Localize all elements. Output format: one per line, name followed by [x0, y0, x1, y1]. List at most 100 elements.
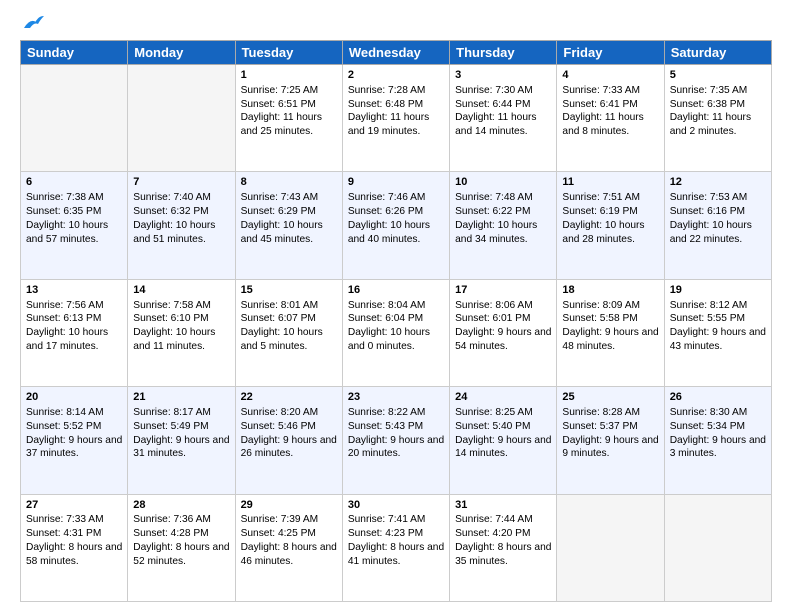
- calendar-cell: 11Sunrise: 7:51 AMSunset: 6:19 PMDayligh…: [557, 172, 664, 279]
- daylight-text: Daylight: 9 hours and 54 minutes.: [455, 326, 551, 354]
- calendar-cell: 25Sunrise: 8:28 AMSunset: 5:37 PMDayligh…: [557, 387, 664, 494]
- calendar-cell: 8Sunrise: 7:43 AMSunset: 6:29 PMDaylight…: [235, 172, 342, 279]
- sunrise-text: Sunrise: 7:30 AM: [455, 84, 551, 98]
- daylight-text: Daylight: 10 hours and 0 minutes.: [348, 326, 444, 354]
- sunset-text: Sunset: 4:28 PM: [133, 527, 229, 541]
- header: [20, 16, 772, 32]
- calendar-cell: 5Sunrise: 7:35 AMSunset: 6:38 PMDaylight…: [664, 65, 771, 172]
- sunrise-text: Sunrise: 7:36 AM: [133, 513, 229, 527]
- sunset-text: Sunset: 6:22 PM: [455, 205, 551, 219]
- day-number: 7: [133, 175, 229, 190]
- day-number: 8: [241, 175, 337, 190]
- sunrise-text: Sunrise: 8:25 AM: [455, 406, 551, 420]
- day-number: 12: [670, 175, 766, 190]
- sunrise-text: Sunrise: 7:41 AM: [348, 513, 444, 527]
- day-number: 22: [241, 390, 337, 405]
- sunset-text: Sunset: 4:25 PM: [241, 527, 337, 541]
- sunrise-text: Sunrise: 8:06 AM: [455, 299, 551, 313]
- sunset-text: Sunset: 5:49 PM: [133, 420, 229, 434]
- sunrise-text: Sunrise: 7:46 AM: [348, 191, 444, 205]
- sunrise-text: Sunrise: 8:12 AM: [670, 299, 766, 313]
- calendar-cell: 1Sunrise: 7:25 AMSunset: 6:51 PMDaylight…: [235, 65, 342, 172]
- sunrise-text: Sunrise: 7:58 AM: [133, 299, 229, 313]
- sunrise-text: Sunrise: 8:20 AM: [241, 406, 337, 420]
- sunset-text: Sunset: 6:44 PM: [455, 98, 551, 112]
- calendar-cell: 23Sunrise: 8:22 AMSunset: 5:43 PMDayligh…: [342, 387, 449, 494]
- calendar-cell: 16Sunrise: 8:04 AMSunset: 6:04 PMDayligh…: [342, 279, 449, 386]
- daylight-text: Daylight: 9 hours and 43 minutes.: [670, 326, 766, 354]
- daylight-text: Daylight: 9 hours and 3 minutes.: [670, 434, 766, 462]
- day-number: 28: [133, 498, 229, 513]
- weekday-header-thursday: Thursday: [450, 41, 557, 65]
- sunset-text: Sunset: 6:26 PM: [348, 205, 444, 219]
- daylight-text: Daylight: 9 hours and 37 minutes.: [26, 434, 122, 462]
- calendar-cell: 26Sunrise: 8:30 AMSunset: 5:34 PMDayligh…: [664, 387, 771, 494]
- sunrise-text: Sunrise: 8:30 AM: [670, 406, 766, 420]
- daylight-text: Daylight: 9 hours and 26 minutes.: [241, 434, 337, 462]
- sunset-text: Sunset: 5:40 PM: [455, 420, 551, 434]
- sunset-text: Sunset: 5:55 PM: [670, 312, 766, 326]
- calendar-cell: 22Sunrise: 8:20 AMSunset: 5:46 PMDayligh…: [235, 387, 342, 494]
- daylight-text: Daylight: 10 hours and 57 minutes.: [26, 219, 122, 247]
- sunrise-text: Sunrise: 7:39 AM: [241, 513, 337, 527]
- sunrise-text: Sunrise: 7:35 AM: [670, 84, 766, 98]
- sunrise-text: Sunrise: 7:53 AM: [670, 191, 766, 205]
- day-number: 14: [133, 283, 229, 298]
- sunrise-text: Sunrise: 7:43 AM: [241, 191, 337, 205]
- weekday-header-friday: Friday: [557, 41, 664, 65]
- calendar-cell: 30Sunrise: 7:41 AMSunset: 4:23 PMDayligh…: [342, 494, 449, 601]
- day-number: 11: [562, 175, 658, 190]
- daylight-text: Daylight: 10 hours and 45 minutes.: [241, 219, 337, 247]
- day-number: 13: [26, 283, 122, 298]
- calendar-cell: 13Sunrise: 7:56 AMSunset: 6:13 PMDayligh…: [21, 279, 128, 386]
- day-number: 27: [26, 498, 122, 513]
- sunset-text: Sunset: 6:04 PM: [348, 312, 444, 326]
- daylight-text: Daylight: 9 hours and 48 minutes.: [562, 326, 658, 354]
- calendar-cell: [128, 65, 235, 172]
- sunrise-text: Sunrise: 8:04 AM: [348, 299, 444, 313]
- calendar-cell: 4Sunrise: 7:33 AMSunset: 6:41 PMDaylight…: [557, 65, 664, 172]
- calendar-cell: 31Sunrise: 7:44 AMSunset: 4:20 PMDayligh…: [450, 494, 557, 601]
- daylight-text: Daylight: 8 hours and 41 minutes.: [348, 541, 444, 569]
- daylight-text: Daylight: 10 hours and 22 minutes.: [670, 219, 766, 247]
- day-number: 24: [455, 390, 551, 405]
- sunrise-text: Sunrise: 7:40 AM: [133, 191, 229, 205]
- day-number: 15: [241, 283, 337, 298]
- daylight-text: Daylight: 10 hours and 51 minutes.: [133, 219, 229, 247]
- logo: [20, 16, 46, 32]
- sunset-text: Sunset: 5:58 PM: [562, 312, 658, 326]
- day-number: 29: [241, 498, 337, 513]
- day-number: 20: [26, 390, 122, 405]
- weekday-header-monday: Monday: [128, 41, 235, 65]
- daylight-text: Daylight: 11 hours and 19 minutes.: [348, 111, 444, 139]
- calendar-cell: 21Sunrise: 8:17 AMSunset: 5:49 PMDayligh…: [128, 387, 235, 494]
- daylight-text: Daylight: 9 hours and 14 minutes.: [455, 434, 551, 462]
- calendar-cell: 14Sunrise: 7:58 AMSunset: 6:10 PMDayligh…: [128, 279, 235, 386]
- calendar-cell: 15Sunrise: 8:01 AMSunset: 6:07 PMDayligh…: [235, 279, 342, 386]
- sunset-text: Sunset: 4:31 PM: [26, 527, 122, 541]
- weekday-header-row: SundayMondayTuesdayWednesdayThursdayFrid…: [21, 41, 772, 65]
- calendar-week-row: 6Sunrise: 7:38 AMSunset: 6:35 PMDaylight…: [21, 172, 772, 279]
- calendar-table: SundayMondayTuesdayWednesdayThursdayFrid…: [20, 40, 772, 602]
- calendar-week-row: 13Sunrise: 7:56 AMSunset: 6:13 PMDayligh…: [21, 279, 772, 386]
- sunrise-text: Sunrise: 7:33 AM: [562, 84, 658, 98]
- sunset-text: Sunset: 6:29 PM: [241, 205, 337, 219]
- daylight-text: Daylight: 11 hours and 2 minutes.: [670, 111, 766, 139]
- calendar-cell: 17Sunrise: 8:06 AMSunset: 6:01 PMDayligh…: [450, 279, 557, 386]
- sunset-text: Sunset: 6:19 PM: [562, 205, 658, 219]
- sunset-text: Sunset: 6:16 PM: [670, 205, 766, 219]
- sunrise-text: Sunrise: 7:25 AM: [241, 84, 337, 98]
- sunrise-text: Sunrise: 8:14 AM: [26, 406, 122, 420]
- day-number: 9: [348, 175, 444, 190]
- calendar-cell: 6Sunrise: 7:38 AMSunset: 6:35 PMDaylight…: [21, 172, 128, 279]
- sunrise-text: Sunrise: 7:38 AM: [26, 191, 122, 205]
- day-number: 18: [562, 283, 658, 298]
- day-number: 21: [133, 390, 229, 405]
- daylight-text: Daylight: 11 hours and 8 minutes.: [562, 111, 658, 139]
- calendar-week-row: 1Sunrise: 7:25 AMSunset: 6:51 PMDaylight…: [21, 65, 772, 172]
- sunset-text: Sunset: 6:51 PM: [241, 98, 337, 112]
- sunset-text: Sunset: 5:37 PM: [562, 420, 658, 434]
- calendar-cell: 28Sunrise: 7:36 AMSunset: 4:28 PMDayligh…: [128, 494, 235, 601]
- calendar-cell: [664, 494, 771, 601]
- sunset-text: Sunset: 6:13 PM: [26, 312, 122, 326]
